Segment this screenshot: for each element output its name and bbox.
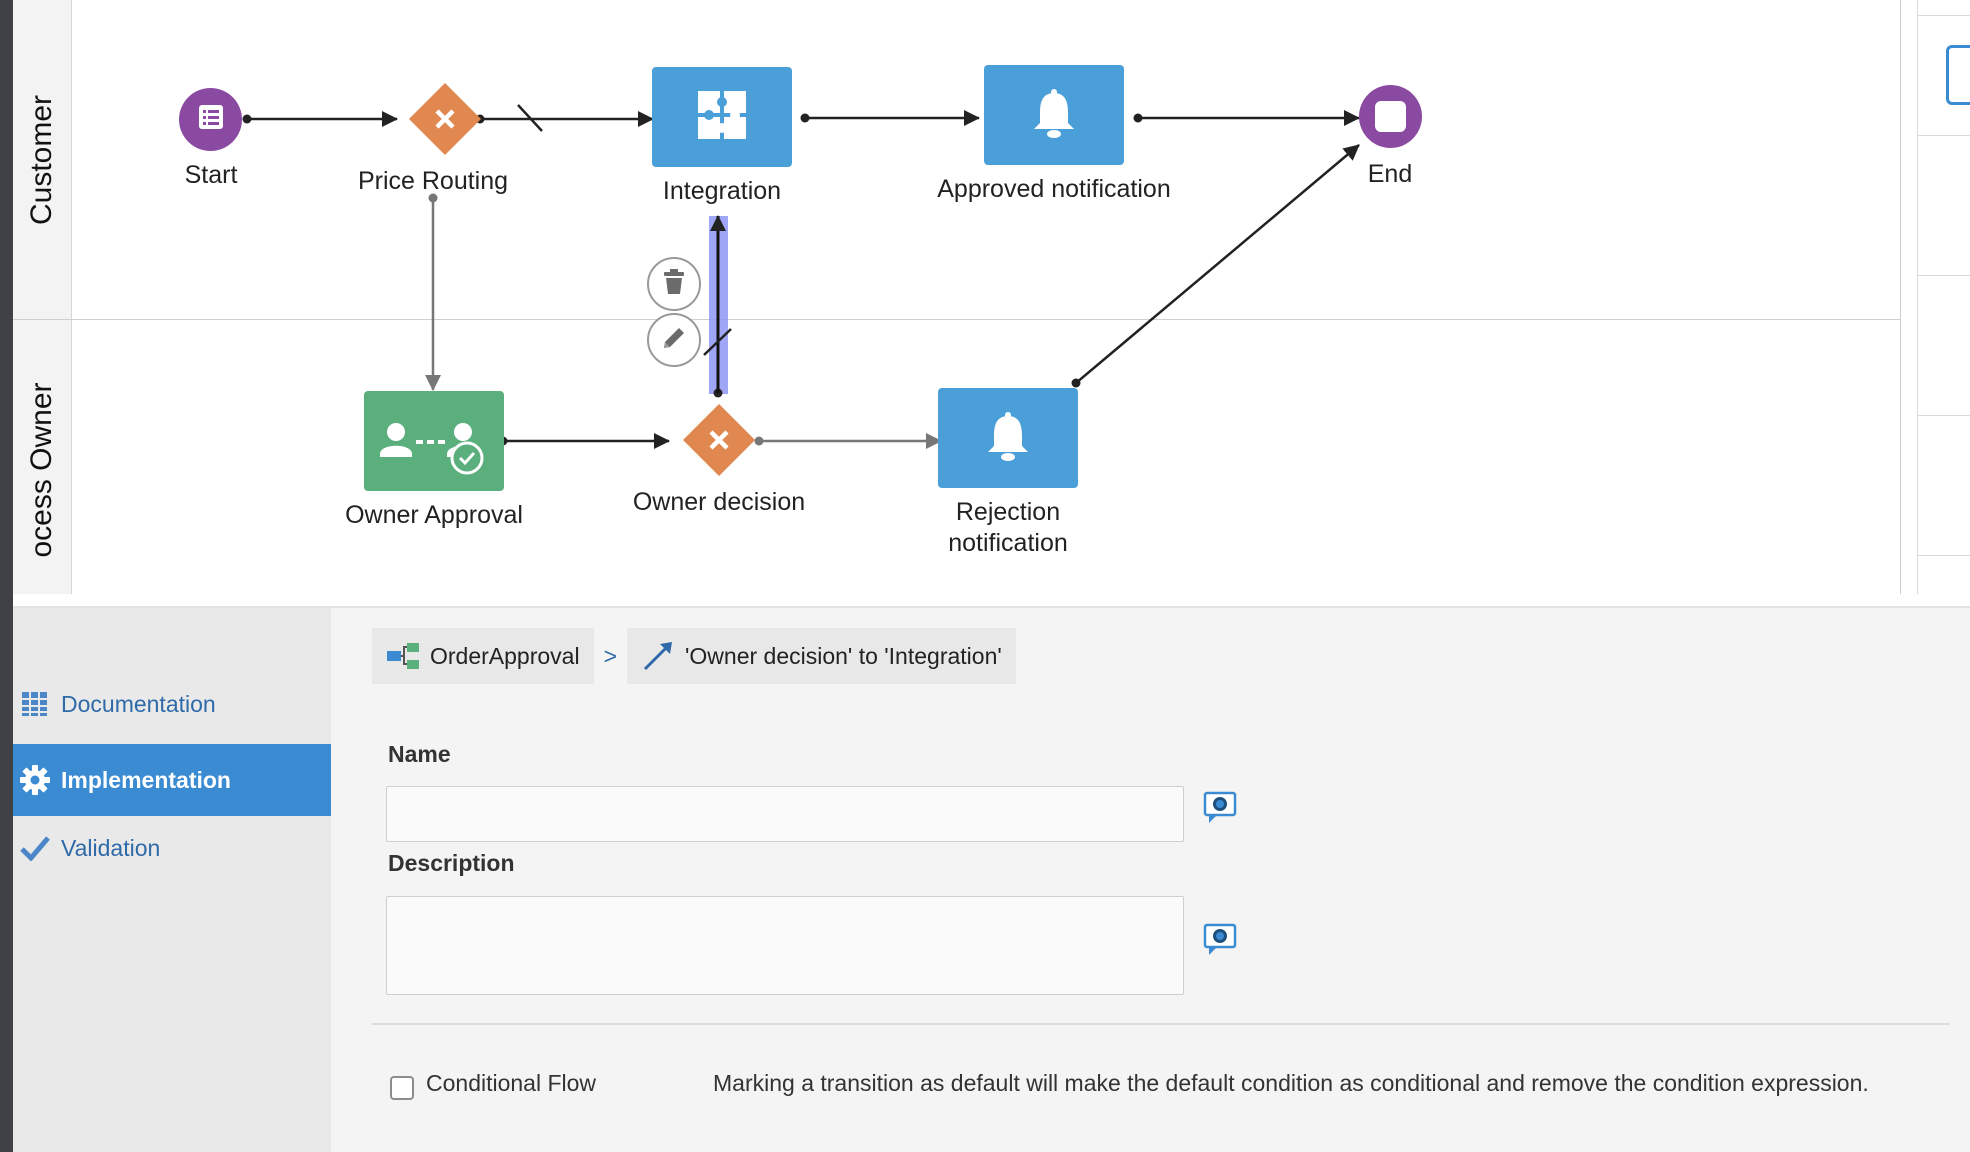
- side-panel-row-sep: [1917, 275, 1970, 276]
- pencil-icon: [660, 324, 688, 357]
- start-event[interactable]: [179, 88, 242, 151]
- flow-owner-approval-to-owner-decision[interactable]: [498, 433, 670, 449]
- side-panel-row-sep: [1917, 135, 1970, 136]
- breadcrumb-root[interactable]: OrderApproval: [372, 628, 594, 684]
- description-textarea[interactable]: [386, 896, 1184, 995]
- window-edge: [0, 0, 13, 1152]
- properties-panel: Documentation Implementation Validation …: [13, 608, 1970, 1152]
- rejection-notification-task[interactable]: [938, 388, 1078, 488]
- nav-item-label: Documentation: [61, 690, 216, 717]
- flow-integration-to-approved[interactable]: [800, 110, 980, 126]
- owner-approval-label: Owner Approval: [345, 501, 523, 529]
- owner-approval-task[interactable]: [364, 391, 504, 491]
- side-panel-row-sep: [1917, 415, 1970, 416]
- nav-item-label: Implementation: [61, 766, 231, 793]
- list-icon: [197, 103, 225, 136]
- nav-item-label: Validation: [61, 834, 161, 861]
- approved-notification-label: Approved notification: [937, 175, 1171, 203]
- flow-approved-to-end[interactable]: [1133, 110, 1360, 126]
- flow-start-to-price-routing[interactable]: [242, 111, 398, 127]
- name-input[interactable]: [386, 786, 1184, 842]
- puzzle-icon: [696, 89, 748, 146]
- breadcrumb-current-label: 'Owner decision' to 'Integration': [685, 642, 1002, 669]
- flow-price-routing-to-integration[interactable]: [475, 104, 654, 132]
- checkmark-icon: [19, 832, 51, 864]
- translate-name-icon[interactable]: [1203, 791, 1237, 825]
- edit-flow-button[interactable]: [647, 313, 701, 367]
- nav-item-validation[interactable]: Validation: [13, 812, 331, 884]
- nav-item-documentation[interactable]: Documentation: [13, 668, 331, 740]
- flow-owner-decision-to-integration-selected[interactable]: [703, 215, 732, 398]
- side-panel-button[interactable]: [1946, 45, 1970, 105]
- side-panel-row-sep: [1917, 555, 1970, 556]
- conditional-flow-label[interactable]: Conditional Flow: [426, 1070, 596, 1097]
- breadcrumb-root-label: OrderApproval: [430, 642, 580, 669]
- end-event[interactable]: [1359, 85, 1422, 148]
- delete-flow-button[interactable]: [647, 257, 701, 311]
- section-divider: [372, 1023, 1950, 1025]
- process-canvas[interactable]: Customer ocess Owner Start Price Routing…: [13, 0, 1970, 594]
- conditional-flow-help-text: Marking a transition as default will mak…: [713, 1070, 1869, 1096]
- bell-icon: [984, 410, 1032, 467]
- price-routing-gateway[interactable]: [408, 82, 482, 156]
- approval-users-icon: [378, 419, 488, 484]
- stop-icon: [1375, 101, 1406, 132]
- end-label: End: [1367, 160, 1413, 188]
- side-panel-row-sep: [1917, 15, 1970, 16]
- flow-owner-decision-to-rejection[interactable]: [754, 433, 942, 449]
- name-label: Name: [388, 741, 451, 767]
- owner-decision-gateway[interactable]: [682, 403, 756, 477]
- breadcrumb-current[interactable]: 'Owner decision' to 'Integration': [627, 628, 1016, 684]
- owner-decision-label: Owner decision: [632, 488, 806, 516]
- bell-icon: [1030, 87, 1078, 144]
- canvas-side-panel: [1901, 0, 1970, 594]
- app-root: Customer ocess Owner Start Price Routing…: [0, 0, 1970, 1152]
- description-label: Description: [388, 850, 515, 876]
- start-label: Start: [184, 161, 238, 189]
- conditional-flow-checkbox[interactable]: [390, 1076, 414, 1100]
- trash-icon: [663, 268, 685, 300]
- integration-label: Integration: [662, 177, 782, 205]
- process-flow-icon: [386, 641, 420, 671]
- flow-price-routing-to-owner-approval[interactable]: [425, 193, 441, 391]
- side-panel-divider: [1917, 0, 1918, 594]
- breadcrumb-separator: >: [603, 642, 618, 669]
- nav-item-implementation[interactable]: Implementation: [13, 744, 331, 816]
- approved-notification-task[interactable]: [984, 65, 1124, 165]
- properties-nav: Documentation Implementation Validation: [13, 608, 331, 1152]
- price-routing-label: Price Routing: [357, 167, 509, 195]
- breadcrumb: OrderApproval > 'Owner decision' to 'Int…: [372, 628, 1016, 684]
- arrow-connector-icon: [641, 641, 675, 671]
- rejection-notification-label: Rejection notification: [948, 498, 1068, 557]
- integration-task[interactable]: [652, 67, 792, 167]
- gear-icon: [19, 764, 51, 796]
- columns-icon: [19, 688, 51, 720]
- translate-description-icon[interactable]: [1203, 923, 1237, 957]
